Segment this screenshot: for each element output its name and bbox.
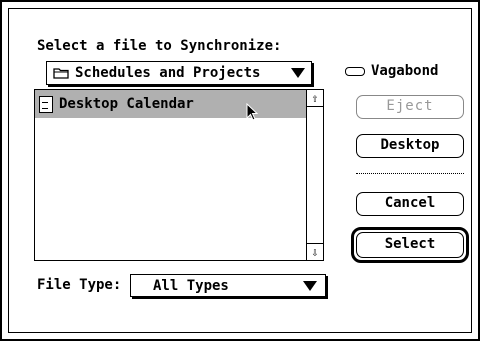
volume-name: Vagabond — [345, 63, 438, 79]
scroll-up-arrow-icon[interactable]: ⇧ — [307, 90, 323, 107]
list-item[interactable]: Desktop Calendar — [35, 90, 307, 118]
scroll-down-arrow-icon[interactable]: ⇩ — [307, 243, 323, 260]
popup-triangle-icon — [291, 68, 305, 78]
file-list[interactable]: Desktop Calendar ⇧ ⇩ — [34, 89, 324, 261]
mouse-pointer-icon — [246, 103, 259, 121]
document-icon — [39, 95, 53, 113]
eject-button[interactable]: Eject — [356, 95, 464, 119]
disk-icon — [345, 66, 365, 76]
desktop-button[interactable]: Desktop — [356, 134, 464, 158]
file-type-label: File Type: — [37, 277, 122, 293]
popup-triangle-icon — [303, 280, 317, 291]
folder-popup-label: Schedules and Projects — [75, 65, 261, 81]
file-type-popup[interactable]: All Types — [130, 274, 326, 297]
select-button[interactable]: Select — [356, 232, 464, 258]
file-type-value: All Types — [153, 277, 229, 294]
list-item-label: Desktop Calendar — [59, 96, 194, 112]
dialog-prompt: Select a file to Synchronize: — [37, 38, 282, 54]
button-divider — [356, 173, 464, 174]
cancel-button[interactable]: Cancel — [356, 192, 464, 216]
vertical-scrollbar[interactable]: ⇧ ⇩ — [306, 90, 323, 260]
folder-popup[interactable]: Schedules and Projects — [46, 61, 312, 85]
volume-label: Vagabond — [371, 63, 439, 79]
folder-icon — [53, 68, 69, 79]
